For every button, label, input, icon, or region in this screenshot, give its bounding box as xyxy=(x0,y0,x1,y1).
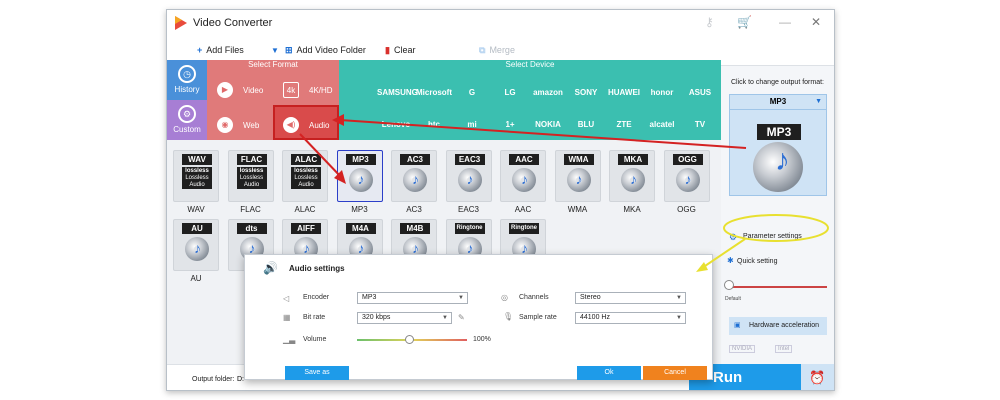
yellow-arrow-line xyxy=(701,238,746,269)
annotation-overlay xyxy=(299,114,829,272)
highlight-ellipse xyxy=(723,214,829,242)
screenshot-stage: Video Converter ⚷ 🛒 — ✕ + Add Files ▼ ⊞ Ad… xyxy=(0,0,1000,400)
yellow-arrow-head xyxy=(696,262,708,272)
red-arrow-line-2 xyxy=(299,133,343,179)
red-arrow-line-1 xyxy=(339,119,747,149)
red-arrow-head-1 xyxy=(332,114,344,126)
